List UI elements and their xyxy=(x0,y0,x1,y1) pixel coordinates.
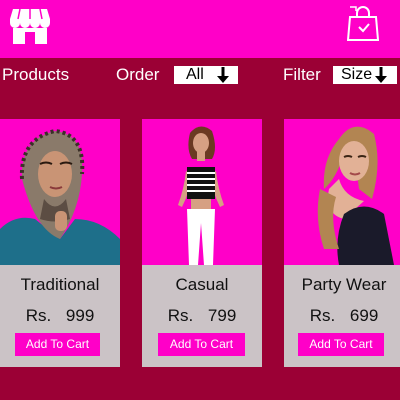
product-card[interactable]: Casual Rs. 799 Add To Cart xyxy=(142,119,262,367)
add-to-cart-button[interactable]: Add To Cart xyxy=(298,333,384,356)
product-image[interactable] xyxy=(142,119,262,265)
product-title: Party Wear xyxy=(301,275,387,294)
product-price: Rs. 699 xyxy=(309,306,379,325)
filter-bar: Products Order All Filter Size xyxy=(0,58,400,94)
top-bar xyxy=(0,0,400,58)
product-image[interactable] xyxy=(0,119,120,265)
arrow-down-icon xyxy=(217,67,229,83)
order-select-value: All xyxy=(186,66,204,83)
product-card[interactable]: Party Wear Rs. 699 Add To Cart xyxy=(284,119,400,367)
size-select[interactable]: Size xyxy=(333,66,397,84)
product-image[interactable] xyxy=(284,119,400,265)
product-card[interactable]: Traditional Rs. 999 Add To Cart xyxy=(0,119,120,367)
shopping-bag-icon[interactable] xyxy=(347,5,379,42)
product-title: Traditional xyxy=(20,275,100,294)
product-title: Casual xyxy=(175,275,229,294)
product-price: Rs. 799 xyxy=(167,306,237,325)
products-label: Products xyxy=(2,65,70,84)
product-price: Rs. 999 xyxy=(25,306,95,325)
arrow-down-icon xyxy=(375,67,387,83)
storefront-icon[interactable] xyxy=(10,7,50,45)
filter-label: Filter xyxy=(283,65,321,84)
size-select-value: Size xyxy=(341,66,373,83)
order-select[interactable]: All xyxy=(174,66,238,84)
order-label: Order xyxy=(116,65,160,84)
add-to-cart-button[interactable]: Add To Cart xyxy=(158,333,245,356)
add-to-cart-button[interactable]: Add To Cart xyxy=(15,333,100,356)
